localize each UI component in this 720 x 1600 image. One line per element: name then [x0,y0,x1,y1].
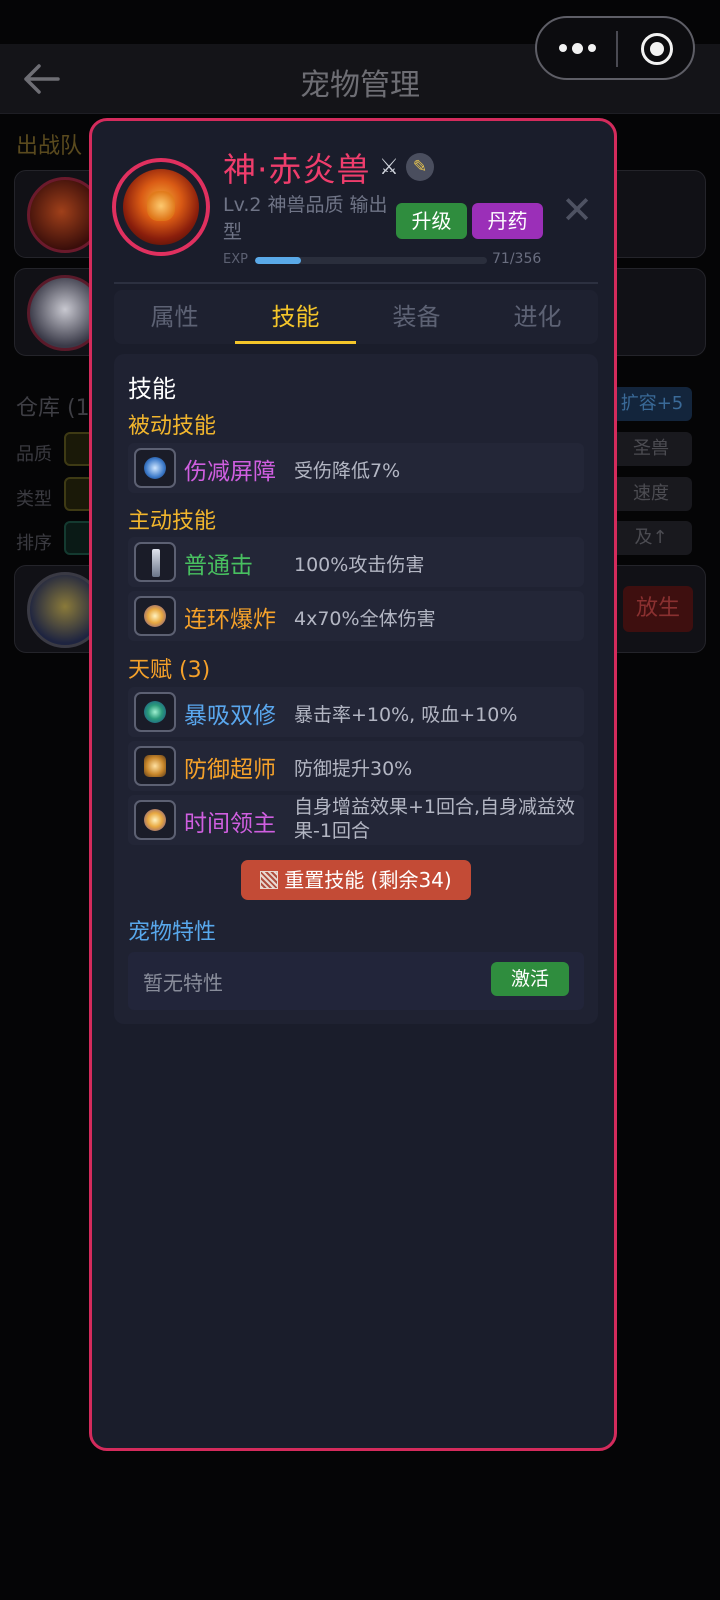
exp-label: EXP [223,252,248,267]
skill-name: 暴吸双修 [184,703,276,729]
edit-name-icon[interactable]: ✎ [406,153,434,181]
talents-title: 天赋 (3) [128,658,211,683]
skill-description: 防御提升30% [294,758,413,780]
header-divider [114,282,598,284]
skill-row[interactable]: 暴吸双修 暴击率+10%, 吸血+10% [128,687,584,737]
skill-description: 100%攻击伤害 [294,554,425,576]
pet-avatar [112,158,210,256]
skill-name: 伤减屏障 [184,459,276,485]
activate-trait-button[interactable]: 激活 [491,962,569,996]
close-icon[interactable]: ✕ [560,191,594,229]
skill-row[interactable]: 时间领主 自身增益效果+1回合,自身减益效果-1回合 [128,795,584,845]
armor-icon [134,746,176,786]
skill-description: 4x70%全体伤害 [294,608,436,630]
reset-skills-label: 重置技能 (剩余34) [284,868,452,892]
filter-chip-speed[interactable]: 速度 [610,477,692,511]
reset-grid-icon [260,871,279,889]
expand-storage-button[interactable]: 扩容+5 [612,387,692,421]
skill-row[interactable]: 普通击 100%攻击伤害 [128,537,584,587]
detail-tabs: 属性 技能 装备 进化 [114,290,598,344]
more-icon[interactable] [557,36,597,60]
skill-description: 受伤降低7% [294,460,401,482]
close-program-icon[interactable] [641,33,673,65]
team-section-title: 出战队 [16,134,83,159]
pet-name: 神·赤炎兽 [223,150,371,189]
filter-label-quality: 品质 [16,444,52,465]
skill-description: 暴击率+10%, 吸血+10% [294,704,518,726]
skill-row[interactable]: 伤减屏障 受伤降低7% [128,443,584,493]
mini-program-capsule [535,16,695,80]
exp-progress-bar [255,257,487,264]
skill-name: 时间领主 [184,811,276,837]
release-button[interactable]: 放生 [623,586,693,632]
skill-row[interactable]: 连环爆炸 4x70%全体伤害 [128,591,584,641]
capsule-divider [616,31,618,67]
traits-title: 宠物特性 [128,920,217,945]
filter-label-sort: 排序 [16,533,52,554]
passive-skills-title: 被动技能 [128,414,217,439]
active-skills-title: 主动技能 [128,509,217,534]
storage-section-title: 仓库 (1 [16,396,90,421]
skill-name: 普通击 [184,553,253,579]
reset-skills-button[interactable]: 重置技能 (剩余34) [241,860,471,900]
filter-chip-holy-beast[interactable]: 圣兽 [610,432,692,466]
traits-empty-text: 暂无特性 [143,971,223,995]
explosion-icon [134,596,176,636]
crossed-swords-icon: ⚔ [379,155,399,180]
skill-name: 连环爆炸 [184,607,276,633]
pet-detail-modal: 神·赤炎兽 ⚔ ✎ Lv.2 神兽品质 输出型 升级 丹药 ✕ EXP 71/3… [89,118,617,1451]
pet-level-quality-type: Lv.2 神兽品质 输出型 [223,194,388,243]
orb-icon [134,692,176,732]
skills-title: 技能 [128,375,176,403]
tab-equipment[interactable]: 装备 [356,290,477,344]
skill-name: 防御超师 [184,757,276,783]
filter-label-type: 类型 [16,489,52,510]
tab-attributes[interactable]: 属性 [114,290,235,344]
skill-description: 自身增益效果+1回合,自身减益效果-1回合 [294,796,576,842]
traits-box: 暂无特性 激活 [128,952,584,1010]
clock-icon [134,800,176,840]
shield-icon [134,448,176,488]
sword-icon [134,542,176,582]
tab-skills[interactable]: 技能 [235,290,356,344]
filter-chip-level[interactable]: 及↑ [610,521,692,555]
skill-row[interactable]: 防御超师 防御提升30% [128,741,584,791]
fire-beast-face [147,191,175,221]
elixir-button[interactable]: 丹药 [472,203,543,239]
exp-progress-fill [255,257,302,264]
upgrade-button[interactable]: 升级 [396,203,467,239]
tab-evolution[interactable]: 进化 [477,290,598,344]
skills-panel: 技能 被动技能 伤减屏障 受伤降低7% 主动技能 普通击 100%攻击伤害 连环… [114,354,598,1024]
exp-value: 71/356 [492,251,542,267]
